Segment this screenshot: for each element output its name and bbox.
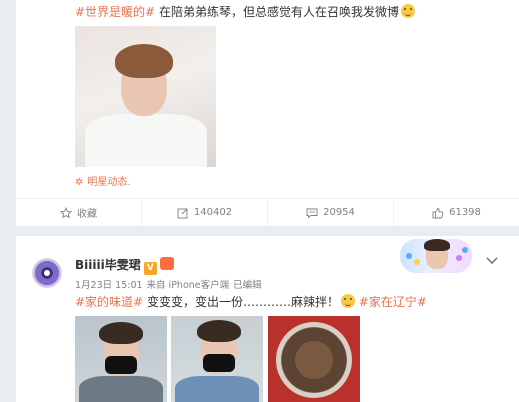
forward-button[interactable]: 140402 — [141, 199, 267, 226]
card-decoration — [400, 239, 472, 273]
post-text: #家的味道# 变变变，变出一份…………麻辣拌！ #家在辽宁# — [75, 294, 427, 310]
decoration-dot — [456, 255, 462, 261]
comment-count: 20954 — [323, 207, 355, 218]
post-meta: 1月23日 15:01 来自 iPhone客户端 已编辑 — [75, 277, 266, 291]
thumbs-up-icon — [432, 207, 444, 219]
post-photo-thumbnail[interactable] — [268, 316, 360, 402]
post-photo[interactable] — [75, 26, 216, 167]
photo-shirt — [79, 376, 163, 402]
like-count: 61398 — [449, 207, 481, 218]
post-action-bar: 收藏 140402 20954 61398 — [16, 198, 519, 226]
post-photo-thumbnail[interactable] — [171, 316, 263, 402]
forward-count: 140402 — [193, 207, 233, 218]
chevron-down-icon[interactable] — [486, 250, 498, 269]
star-icon — [60, 206, 72, 219]
decoration-dot — [462, 247, 468, 253]
weibo-post-card: #世界是暖的# 在陪弟弟练琴，但总感觉有人在召唤我发微博 ✲ 明星动态. 收藏 1… — [16, 0, 519, 226]
verified-badge-icon: V — [143, 262, 157, 275]
post-text: #世界是暖的# 在陪弟弟练琴，但总感觉有人在召唤我发微博 — [75, 4, 415, 20]
photo-shirt — [175, 376, 259, 402]
hashtag-home-liaoning[interactable]: #家在辽宁# — [359, 295, 427, 309]
hashtag-home-taste[interactable]: #家的味道# — [75, 295, 143, 309]
post-source: 明星动态. — [87, 177, 131, 188]
post-source-line[interactable]: ✲ 明星动态. — [75, 173, 131, 188]
decoration-hair — [424, 239, 450, 251]
post-edited[interactable]: 已编辑 — [233, 280, 262, 291]
post-via[interactable]: 来自 iPhone客户端 — [147, 280, 230, 291]
collect-label: 收藏 — [77, 209, 97, 220]
source-star-icon: ✲ — [75, 177, 84, 188]
decoration-dot — [414, 259, 420, 265]
photo-mask — [203, 354, 235, 372]
photo-hair — [115, 44, 173, 78]
photo-mask — [105, 356, 137, 374]
grin-emoji-icon — [340, 294, 355, 308]
grin-emoji-icon — [400, 4, 415, 18]
forward-icon — [177, 207, 189, 219]
photo-hair — [99, 322, 143, 344]
photo-bowl — [276, 322, 352, 398]
photo-hair — [197, 320, 241, 342]
member-badge-icon — [159, 257, 174, 270]
avatar[interactable] — [32, 258, 62, 288]
decoration-dot — [406, 253, 412, 259]
collect-button[interactable]: 收藏 — [16, 199, 141, 226]
post-timestamp[interactable]: 1月23日 15:01 — [75, 280, 143, 291]
post-body-text: 在陪弟弟练琴，但总感觉有人在召唤我发微博 — [155, 5, 399, 19]
like-button[interactable]: 61398 — [393, 199, 519, 226]
hashtag-world-warm[interactable]: #世界是暖的# — [75, 5, 155, 19]
username-text: Biiiii毕雯珺 — [75, 258, 141, 272]
post-photo-thumbnail[interactable] — [75, 316, 167, 402]
photo-shirt — [85, 114, 207, 167]
post-body-text: 变变变，变出一份…………麻辣拌！ — [143, 295, 339, 309]
comment-icon — [306, 207, 318, 219]
post-author[interactable]: Biiiii毕雯珺 V — [75, 256, 174, 275]
weibo-post-card: Biiiii毕雯珺 V 1月23日 15:01 来自 iPhone客户端 已编辑 #家… — [16, 236, 519, 402]
comment-button[interactable]: 20954 — [267, 199, 393, 226]
